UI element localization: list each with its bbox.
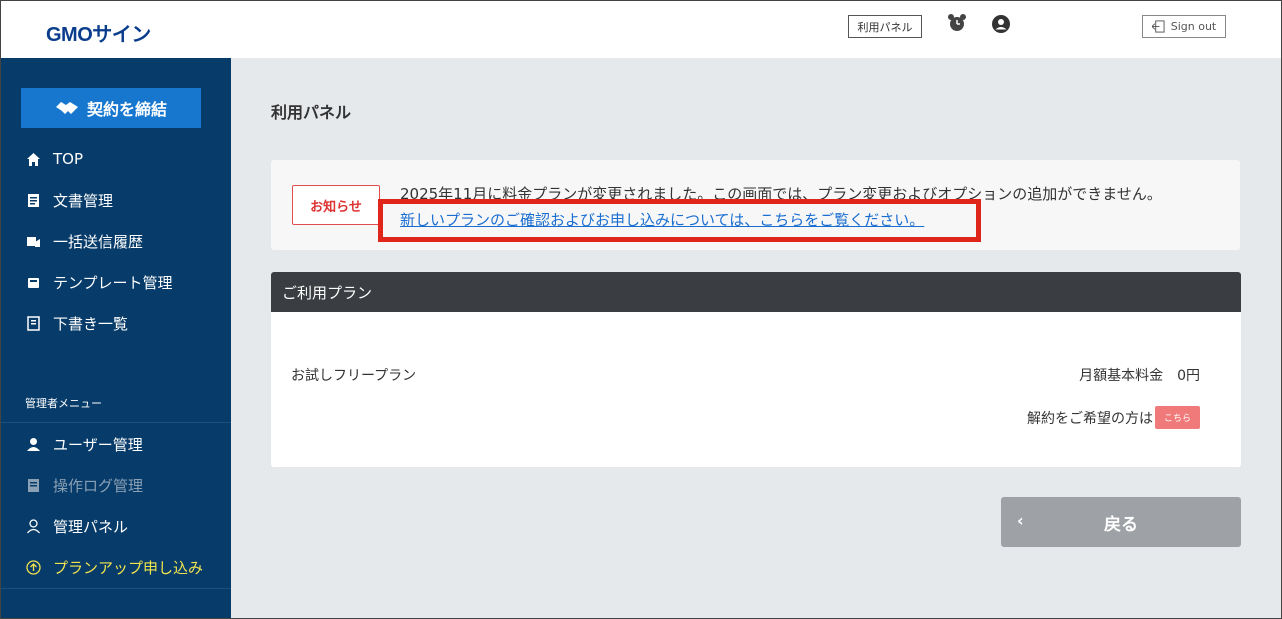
log-icon [28,478,39,492]
monthly-fee: 月額基本料金 0円 [1079,368,1200,384]
handshake-icon [55,102,78,114]
sign-out-icon [1151,20,1165,33]
notice-badge: お知らせ [292,185,380,225]
sidebar-item-label: テンプレート管理 [53,273,173,292]
alarm-clock-icon[interactable] [947,13,967,33]
template-icon [28,277,39,288]
back-button[interactable]: ‹ 戻る [1001,497,1241,547]
sidebar-item-plan-upgrade[interactable]: プランアップ申し込み [1,552,231,582]
page-title: 利用パネル [271,103,352,122]
sign-out-label: Sign out [1170,20,1217,33]
sidebar-item-label: TOP [53,150,84,168]
top-header: GMOサイン 利用パネル Sign out [1,1,1281,58]
new-plan-link[interactable]: 新しいプランのご確認およびお申し込みについては、こちらをご覧ください。 [400,209,924,230]
user-account-icon[interactable] [991,14,1011,34]
user-icon [27,437,40,451]
sidebar-item-label: 下書き一覧 [53,314,129,333]
current-plan-card: ご利用プラン お試しフリープラン 月額基本料金 0円 解約をご希望の方は こちら [271,272,1241,467]
logo[interactable]: GMOサイン [46,18,151,47]
sidebar-item-label: 操作ログ管理 [53,476,144,495]
cancel-link-button[interactable]: こちら [1154,406,1200,429]
sidebar-item-label: ユーザー管理 [53,435,143,454]
document-icon [28,193,39,207]
sidebar-item-label: プランアップ申し込み [53,558,204,577]
sign-contract-button[interactable]: 契約を締結 [21,88,201,128]
sidebar-item-bulk-history[interactable]: 一括送信履歴 [1,226,231,256]
plan-card-header: ご利用プラン [271,272,1241,312]
sidebar: 契約を締結 TOP 文書管理 一括送信履歴 テンプレート管理 下書き一覧 管理者… [1,58,231,618]
usage-panel-button[interactable]: 利用パネル [848,15,922,38]
admin-menu-label: 管理者メニュー [25,397,102,410]
sidebar-item-label: 文書管理 [53,191,114,210]
bulk-send-icon [27,236,40,247]
sidebar-item-templates[interactable]: テンプレート管理 [1,267,231,297]
sign-contract-label: 契約を締結 [86,100,167,119]
sign-out-button[interactable]: Sign out [1142,15,1226,38]
sidebar-item-documents[interactable]: 文書管理 [1,185,231,215]
cancel-row: 解約をご希望の方は こちら [1027,406,1200,429]
sidebar-item-label: 管理パネル [53,517,129,536]
draft-icon [27,315,40,331]
cancel-text: 解約をご希望の方は [1026,410,1153,427]
plan-name: お試しフリープラン [291,368,417,384]
notice-panel: お知らせ 2025年11月に料金プランが変更されました。この画面では、プラン変更… [271,160,1240,250]
divider [1,422,231,423]
sidebar-item-drafts[interactable]: 下書き一覧 [1,308,231,338]
divider [1,588,231,589]
sidebar-item-operation-log[interactable]: 操作ログ管理 [1,470,231,500]
sidebar-item-label: 一括送信履歴 [53,232,144,251]
sidebar-item-user-management[interactable]: ユーザー管理 [1,429,231,459]
sidebar-item-admin-panel[interactable]: 管理パネル [1,511,231,541]
upgrade-icon [26,559,41,575]
sidebar-item-top[interactable]: TOP [1,144,231,174]
admin-panel-icon [27,518,40,533]
home-icon [27,152,40,166]
back-button-label: 戻る [1104,515,1138,535]
